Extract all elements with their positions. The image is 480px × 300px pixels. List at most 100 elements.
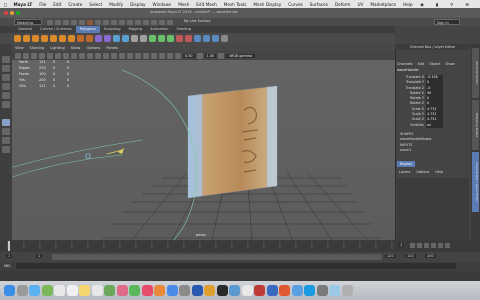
gamma-field[interactable]: 1.00 (204, 53, 217, 58)
target-weld-icon[interactable] (185, 35, 192, 42)
menu-curves[interactable]: Curves (288, 2, 303, 7)
rotate-tool-icon[interactable] (2, 92, 10, 99)
save-scene-icon[interactable] (63, 19, 69, 25)
maximize-window-icon[interactable] (16, 11, 20, 15)
menu-mesh[interactable]: Mesh (178, 2, 189, 7)
layer-list[interactable] (397, 178, 469, 248)
play-forward-icon[interactable] (431, 243, 436, 248)
launchpad-icon[interactable] (16, 285, 28, 296)
grid-toggle-icon[interactable] (47, 52, 53, 59)
mode-dropdown[interactable]: Modeling (14, 19, 42, 25)
wireframe-on-shaded-icon[interactable] (111, 52, 117, 59)
max-frame-field[interactable]: 200 (425, 254, 436, 258)
isolate-select-icon[interactable] (143, 52, 149, 59)
shelf-tab-rigging[interactable]: Rigging (125, 26, 147, 33)
calendar-icon[interactable] (66, 285, 78, 296)
photoshop-icon[interactable] (191, 285, 203, 296)
menu-marketplace[interactable]: Marketplace (370, 2, 396, 7)
gamma-icon[interactable] (196, 52, 203, 59)
redo-icon[interactable] (79, 19, 85, 25)
attribute-value[interactable]: on (426, 122, 443, 128)
persp-graph-layout-icon[interactable] (2, 146, 10, 153)
minimize-window-icon[interactable] (10, 11, 14, 15)
animation-end-field[interactable]: 120 (405, 254, 416, 258)
finder-icon[interactable] (4, 285, 15, 296)
viewport-menu-view[interactable]: View (15, 46, 24, 50)
viewport-menu-show[interactable]: Show (71, 46, 81, 50)
multi-cut-icon[interactable] (176, 35, 183, 42)
maps-icon[interactable] (104, 285, 115, 296)
menu-modify[interactable]: Modify (109, 2, 123, 7)
film-gate-icon[interactable] (55, 52, 61, 59)
chrome-icon[interactable] (291, 285, 303, 296)
current-frame-marker[interactable] (8, 241, 10, 251)
edit-menu[interactable]: Edit (418, 62, 425, 66)
xray-joints-icon[interactable] (159, 52, 165, 59)
trash-icon[interactable] (341, 285, 353, 296)
four-view-icon[interactable] (2, 128, 10, 135)
wave-deformer-circle[interactable] (121, 69, 198, 240)
mel-label[interactable]: MEL (4, 264, 11, 268)
viewport-menu-panels[interactable]: Panels (106, 46, 118, 50)
photos-icon[interactable] (116, 285, 128, 296)
menu-edit[interactable]: Edit (53, 2, 61, 7)
smooth-shade-icon[interactable] (103, 52, 109, 59)
close-window-icon[interactable] (4, 11, 8, 15)
notes-icon[interactable] (79, 285, 90, 296)
boolean-icon[interactable] (122, 35, 129, 42)
layers-menu[interactable]: Layers (399, 170, 410, 174)
snap-grid-icon[interactable] (111, 19, 117, 25)
single-view-icon[interactable] (2, 119, 10, 126)
input-name[interactable]: wave1 (400, 148, 443, 153)
snap-surface-icon[interactable] (135, 19, 141, 25)
menu-mesh-tools[interactable]: Mesh Tools (224, 2, 247, 7)
command-input[interactable] (16, 263, 456, 269)
time-slider[interactable] (0, 240, 480, 252)
scale-tool-icon[interactable] (2, 101, 10, 108)
lights-icon[interactable] (127, 52, 133, 59)
extrude-icon[interactable] (140, 35, 147, 42)
wifi-icon[interactable]: ◉ (420, 2, 424, 7)
shelf-tab-animation[interactable]: Animation (146, 26, 172, 33)
contacts-icon[interactable] (54, 285, 65, 296)
viewport-menu-lighting[interactable]: Lighting (50, 46, 65, 50)
textured-icon[interactable] (119, 52, 125, 59)
step-back-icon[interactable] (417, 243, 422, 248)
word-icon[interactable] (266, 285, 278, 296)
auto-map-icon[interactable] (212, 35, 219, 42)
shelf-tab-general[interactable]: General (14, 26, 36, 33)
shelf-tab-shading[interactable]: Shading (172, 26, 195, 33)
menu-edit-mesh[interactable]: Edit Mesh (196, 2, 216, 7)
reminders-icon[interactable] (91, 285, 103, 296)
go-start-icon[interactable] (410, 243, 415, 248)
bridge-icon[interactable] (149, 35, 156, 42)
ipr-render-icon[interactable] (159, 19, 165, 25)
move-tool-icon[interactable] (2, 83, 10, 90)
playback-end-field[interactable]: 120 (385, 254, 396, 258)
downloads-icon[interactable] (329, 285, 340, 296)
camera-attributes-icon[interactable] (23, 52, 29, 59)
side-tab-attribute-editor[interactable]: Attribute Editor (472, 48, 479, 98)
shadows-icon[interactable] (135, 52, 141, 59)
menu-display[interactable]: Display (130, 2, 145, 7)
select-hierarchy-icon[interactable] (87, 19, 93, 25)
select-tool-icon[interactable] (2, 56, 10, 63)
playback-start-field[interactable]: 1 (36, 254, 43, 258)
menu-windows[interactable]: Windows (153, 2, 172, 7)
terminal-icon[interactable] (216, 285, 228, 296)
safari-icon[interactable] (29, 285, 40, 296)
app-store-icon[interactable] (166, 285, 178, 296)
poly-plane-icon[interactable] (59, 35, 66, 42)
image-plane-icon[interactable] (39, 52, 45, 59)
colorspace-dropdown[interactable]: sRGB gamma (226, 53, 256, 58)
menu-deform[interactable]: Deform (335, 2, 351, 7)
poly-cone-icon[interactable] (41, 35, 48, 42)
combine-icon[interactable] (95, 35, 102, 42)
render-settings-icon[interactable] (167, 19, 173, 25)
display-layer-tab[interactable]: Display (397, 161, 415, 167)
side-tab-modeling-toolkit[interactable]: Modeling Toolkit (472, 100, 479, 150)
firefox-icon[interactable] (279, 285, 290, 296)
shelf-tab-polygons[interactable]: Polygons (75, 26, 100, 33)
layer-help-menu[interactable]: Help (435, 170, 443, 174)
system-preferences-icon[interactable] (179, 285, 190, 296)
